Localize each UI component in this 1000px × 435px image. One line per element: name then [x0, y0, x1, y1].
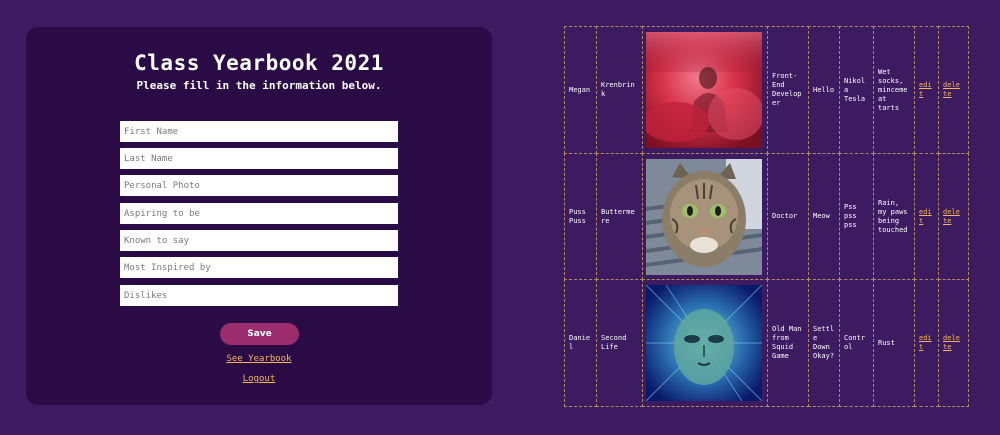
logout-link[interactable]: Logout: [26, 374, 492, 384]
last-name-input[interactable]: [120, 148, 398, 169]
edit-link[interactable]: edit: [919, 81, 934, 99]
aspiring-cell: Front-End Developer: [767, 26, 809, 154]
known-to-say-cell: Settle Down Okay?: [808, 279, 840, 407]
photo-cell: [642, 279, 768, 407]
inspired-cell: Pss pss pss: [839, 153, 874, 280]
dislikes-input[interactable]: [120, 285, 398, 306]
known-to-say-cell: Hello: [808, 26, 840, 154]
last-name-cell: Second Life: [596, 279, 643, 407]
photo-cell: [642, 26, 768, 154]
inspired-cell: Control: [839, 279, 874, 407]
last-name-cell: Buttermere: [596, 153, 643, 280]
delete-cell: delete: [938, 279, 969, 407]
most-inspired-input[interactable]: [120, 257, 398, 278]
edit-cell: edit: [914, 153, 939, 280]
aspiring-cell: Old Man from Squid Game: [767, 279, 809, 407]
dislikes-cell: Rain, my paws being touched: [873, 153, 915, 280]
first-name-cell: Daniel: [564, 279, 597, 407]
delete-link[interactable]: delete: [943, 334, 964, 352]
known-to-say-cell: Meow: [808, 153, 840, 280]
known-to-say-input[interactable]: [120, 230, 398, 251]
form-subtitle: Please fill in the information below.: [136, 79, 382, 92]
aspiring-cell: Doctor: [767, 153, 809, 280]
first-name-input[interactable]: [120, 121, 398, 142]
last-name-cell: Krenbrink: [596, 26, 643, 154]
dislikes-cell: Rust: [873, 279, 915, 407]
dislikes-cell: Wet socks, mincemeat tarts: [873, 26, 915, 154]
delete-cell: delete: [938, 26, 969, 154]
see-yearbook-link[interactable]: See Yearbook: [26, 354, 492, 364]
first-name-cell: Puss Puss: [564, 153, 597, 280]
inspired-cell: Nikola Tesla: [839, 26, 874, 154]
blue-alien-face-image: [646, 285, 762, 401]
red-smoke-portrait-image: [646, 32, 762, 148]
photo-cell: [642, 153, 768, 280]
page-title: Class Yearbook 2021: [134, 51, 384, 75]
yearbook-form-panel: Class Yearbook 2021 Please fill in the i…: [26, 27, 492, 405]
first-name-cell: Megan: [564, 26, 597, 154]
aspiring-input[interactable]: [120, 203, 398, 224]
tabby-cat-image: [646, 159, 762, 275]
delete-link[interactable]: delete: [943, 81, 964, 99]
edit-link[interactable]: edit: [919, 208, 934, 226]
edit-cell: edit: [914, 279, 939, 407]
delete-cell: delete: [938, 153, 969, 280]
edit-cell: edit: [914, 26, 939, 154]
yearbook-table: Megan Krenbrink Front-End Developer Hell…: [564, 26, 969, 407]
delete-link[interactable]: delete: [943, 208, 964, 226]
personal-photo-input[interactable]: [120, 175, 398, 196]
save-button[interactable]: Save: [220, 323, 299, 345]
edit-link[interactable]: edit: [919, 334, 934, 352]
